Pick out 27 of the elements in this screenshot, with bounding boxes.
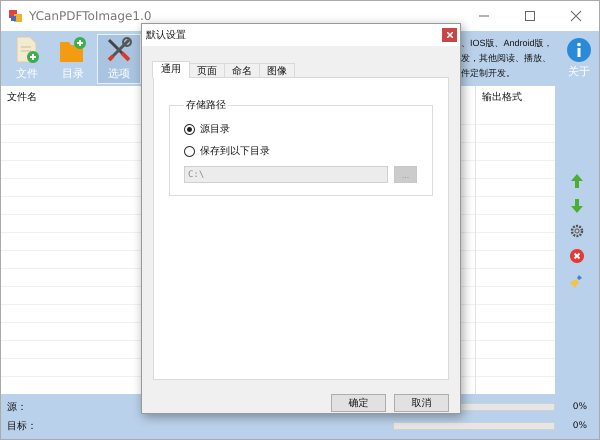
tab[interactable]: 图像 [259,63,295,78]
group-title: 存储路径 [185,98,227,112]
column-header[interactable]: 输出格式 [476,86,555,107]
close-button[interactable] [442,28,457,42]
gear-icon[interactable] [570,224,584,238]
window-title: YCanPDFToImage1.0 [29,9,152,23]
radio-option[interactable]: 保存到以下目录 [184,140,418,162]
progress-reading: 0% [572,402,588,412]
document-icon [14,36,40,64]
dialog-title: 默认设置 [146,28,186,42]
description-text: 、IOS版、Android版， 发，其他阅读、播放、 件定制开发。 [461,37,554,80]
tab[interactable]: 页面 [189,63,225,78]
status-label: 源： [7,401,28,414]
tab[interactable]: 命名 [224,63,260,78]
folder-icon [59,36,87,64]
delete-icon[interactable] [570,249,584,263]
progress-reading: 0% [572,421,588,431]
broom-icon[interactable] [570,274,584,288]
dialog-button[interactable]: 取消 [394,394,449,412]
tab[interactable]: 通用 [152,61,190,78]
info-icon [567,38,591,62]
close-icon [446,32,452,38]
app-icon [9,9,23,23]
dialog-button[interactable]: 确定 [331,394,386,412]
radio-option[interactable]: 源目录 [184,118,418,140]
tools-icon [105,36,133,64]
status-label: 目标： [7,420,38,433]
